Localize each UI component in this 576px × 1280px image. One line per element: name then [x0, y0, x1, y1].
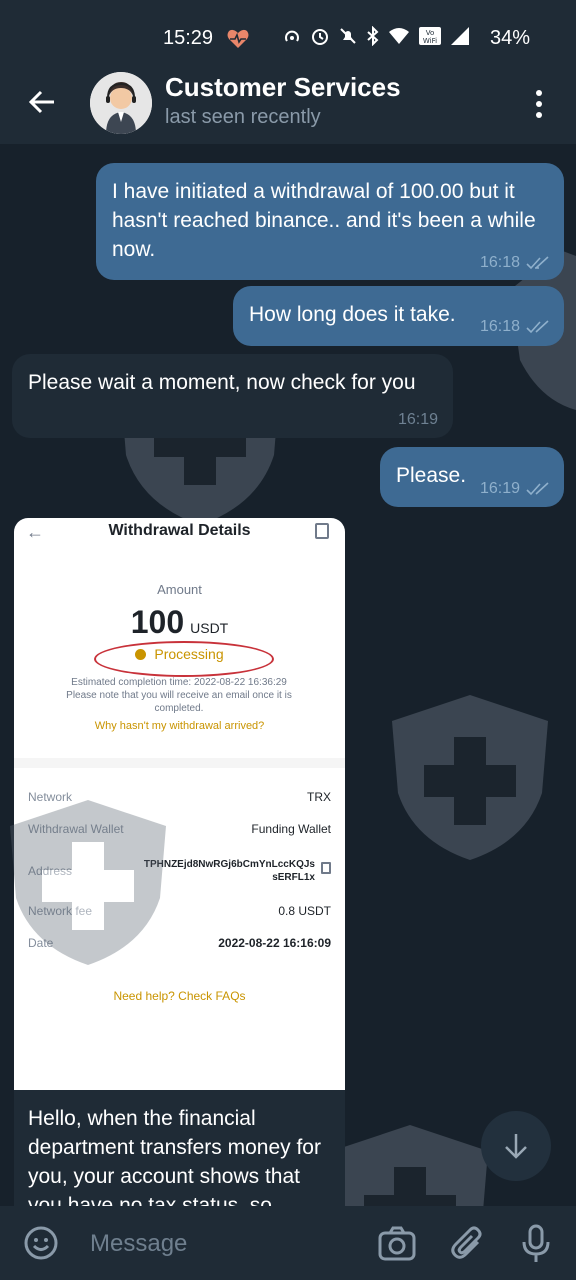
help-link: Need help? Check FAQs [113, 989, 246, 1003]
amount-value: 100 USDT [14, 604, 345, 641]
divider [14, 758, 345, 768]
wallpaper-shield [392, 695, 548, 860]
estimated-note: Estimated completion time: 2022-08-22 16… [44, 676, 314, 715]
email-note: Please note that you will receive an ema… [66, 690, 292, 714]
message-bubble-incoming[interactable]: Hello, when the financial department tra… [14, 1090, 345, 1210]
more-vert-dot [536, 112, 542, 118]
copy-icon [321, 862, 331, 874]
amount-label: Amount [157, 582, 202, 597]
status-time: 15:29 [163, 27, 214, 49]
message-time: 16:18 [480, 318, 521, 335]
message-meta: 16:19 [398, 411, 438, 429]
message-time: 16:19 [480, 480, 521, 497]
detail-value: TPHNZEjd8NwRGj6bCmYnLccKQJs sERFL1x [143, 859, 315, 883]
message-text: Please wait a moment, now check for you [28, 371, 416, 394]
withdrawal-header: ← Withdrawal Details [14, 518, 345, 548]
message-text: How long does it take. [249, 303, 456, 326]
arrow-left-icon [28, 90, 54, 114]
arrow-down-icon [505, 1134, 527, 1159]
detail-key: Network fee [28, 904, 93, 918]
detail-key: Date [28, 936, 54, 950]
more-vert-icon [536, 90, 542, 96]
amount-currency: USDT [190, 620, 229, 636]
camera-icon[interactable] [378, 1226, 416, 1262]
message-time: 16:19 [398, 411, 439, 428]
detail-value: 0.8 USDT [278, 904, 331, 918]
message-input[interactable] [90, 1224, 360, 1264]
withdrawal-title: Withdrawal Details [108, 522, 251, 539]
emoji-icon[interactable] [22, 1224, 60, 1262]
why-link: Why hasn't my withdrawal arrived? [94, 720, 265, 732]
double-check-icon [526, 320, 549, 334]
alarm-icon [312, 29, 328, 45]
chat-title[interactable]: Customer Services [165, 72, 401, 103]
message-bubble-outgoing[interactable]: Please. [380, 447, 564, 507]
detail-value: TRX [307, 790, 331, 804]
bluetooth-icon [367, 26, 379, 46]
avatar[interactable] [90, 72, 152, 134]
last-seen-status: last seen recently [165, 106, 321, 128]
warning-icon [135, 649, 147, 660]
message-text: Please. [396, 464, 467, 487]
signal-icon [451, 27, 469, 45]
message-time: 16:18 [480, 254, 521, 271]
microphone-icon[interactable] [520, 1224, 552, 1264]
detail-key: Address [28, 864, 73, 878]
detail-key: Network [28, 790, 73, 804]
status-text: Processing [154, 646, 224, 662]
message-text: I have initiated a withdrawal of 100.00 … [112, 180, 536, 261]
status-bar: 15:29 Vo WiFi 34% [0, 0, 576, 60]
more-menu-button[interactable] [526, 84, 552, 124]
svg-text:Vo: Vo [426, 29, 435, 37]
status-icons: Vo WiFi [282, 26, 470, 46]
attach-icon[interactable] [450, 1226, 486, 1262]
amount-number: 100 [130, 604, 185, 640]
vowifi-icon: VoWiFi [419, 27, 441, 45]
detail-value: Funding Wallet [251, 822, 331, 836]
double-check-icon [526, 256, 549, 270]
detail-key: Withdrawal Wallet [28, 822, 124, 836]
message-bubble-incoming[interactable]: Please wait a moment, now check for you [12, 354, 453, 438]
message-meta: 16:19 [480, 480, 550, 498]
status-badge: Processing [14, 646, 345, 662]
mute-icon [340, 28, 356, 44]
back-button[interactable] [22, 82, 62, 122]
more-vert-dot [536, 101, 542, 107]
detail-value: 2022-08-22 16:16:09 [218, 936, 331, 950]
estimated-time: Estimated completion time: 2022-08-22 16… [71, 677, 287, 688]
message-text: Hello, when the financial department tra… [28, 1107, 321, 1210]
support-agent-avatar-icon [90, 72, 152, 134]
hotspot-icon [285, 30, 299, 42]
heart-pulse-icon [227, 29, 249, 48]
message-meta: 16:18 [480, 318, 550, 336]
svg-text:WiFi: WiFi [423, 37, 437, 45]
document-icon [315, 523, 329, 539]
double-check-icon [526, 482, 549, 496]
message-meta: 16:18 [480, 254, 550, 272]
chat-header: Customer Services last seen recently [0, 60, 576, 144]
message-bubble-outgoing[interactable]: How long does it take. [233, 286, 564, 346]
scroll-to-bottom-button[interactable] [481, 1111, 551, 1181]
photo-message-withdrawal-screenshot[interactable]: ← Withdrawal Details Amount 100 USDT Proc… [14, 518, 345, 1090]
wifi-icon [389, 28, 409, 44]
battery-level: 34% [490, 27, 531, 49]
message-composer [0, 1206, 576, 1280]
